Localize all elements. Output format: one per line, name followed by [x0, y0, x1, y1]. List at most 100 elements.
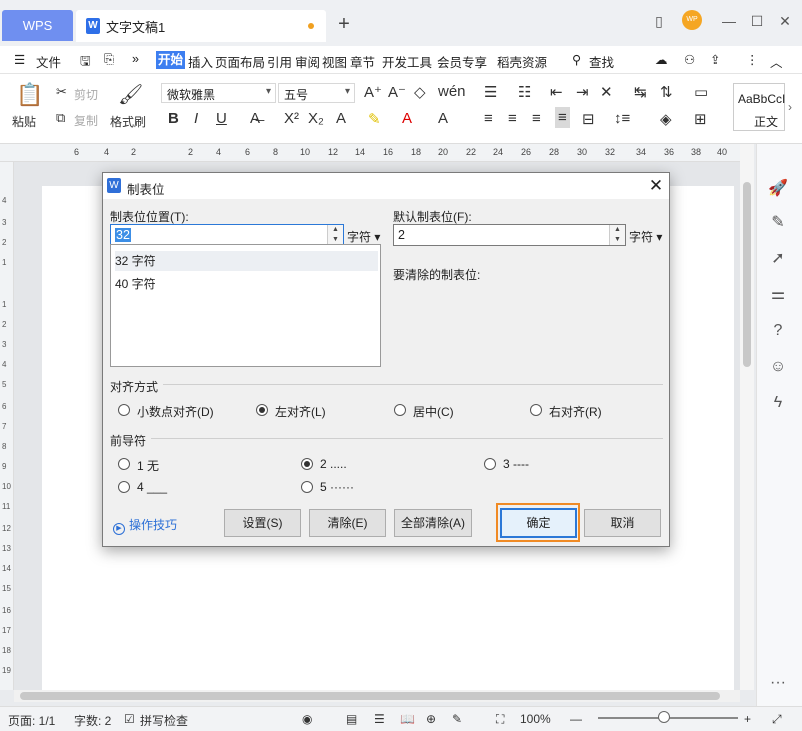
align-center-icon[interactable]: ≡ — [508, 110, 517, 127]
increase-indent-icon[interactable]: ⇥ — [576, 83, 589, 101]
decrease-indent-icon[interactable]: ⇤ — [550, 83, 563, 101]
leader-dots-label[interactable]: 2 ..... — [320, 457, 347, 471]
char-border-icon[interactable]: A — [438, 110, 448, 127]
more-options-icon[interactable]: ⋮ — [746, 52, 759, 67]
chinese-layout-icon[interactable]: ✕ — [600, 83, 613, 101]
cursor-icon[interactable]: ➚ — [767, 248, 789, 270]
eye-icon[interactable]: ◉ — [302, 712, 312, 726]
font-size-select[interactable]: 五号 — [278, 83, 355, 103]
rocket-icon[interactable]: 🚀 — [767, 178, 789, 200]
paste-icon[interactable]: 📋 — [16, 82, 43, 108]
minimize-icon[interactable]: — — [718, 11, 740, 31]
search-label[interactable]: 查找 — [589, 52, 614, 71]
read-view-icon[interactable]: 📖 — [400, 712, 415, 726]
vertical-ruler[interactable]: 4 3 2 1 1 2 3 4 5 6 7 8 9 10 11 12 13 14 15 16 17 18 19 — [0, 162, 14, 690]
align-left-label[interactable]: 左对齐(L) — [275, 403, 326, 420]
maximize-icon[interactable]: ☐ — [746, 11, 768, 31]
dialog-close-icon[interactable]: ✕ — [645, 175, 667, 197]
horizontal-scroll-thumb[interactable] — [20, 692, 720, 700]
paste-button[interactable]: 粘贴 — [12, 113, 36, 130]
clear-format-icon[interactable]: ◇ — [414, 83, 426, 101]
style-scroll-icon[interactable]: › — [788, 100, 792, 114]
menu-dev-tools[interactable]: 开发工具 — [382, 52, 432, 71]
set-button[interactable]: 设置(S) — [224, 509, 301, 537]
borders-icon[interactable]: ⊞ — [694, 110, 707, 128]
menu-docer[interactable]: 稻壳资源 — [497, 52, 547, 71]
menu-view[interactable]: 视图 — [322, 52, 347, 71]
leader-dash-radio[interactable] — [484, 458, 496, 470]
italic-icon[interactable]: I — [194, 110, 198, 127]
align-right-icon[interactable]: ≡ — [532, 110, 541, 127]
font-color-icon[interactable]: A — [402, 110, 412, 127]
tab-stop-list[interactable]: 32 字符 40 字符 — [110, 244, 381, 367]
menu-start[interactable]: 开始 — [156, 51, 186, 69]
superscript-icon[interactable]: X² — [284, 110, 299, 127]
vertical-scroll-thumb[interactable] — [743, 182, 751, 367]
align-right-label[interactable]: 右对齐(R) — [549, 403, 602, 420]
ok-button[interactable]: 确定 — [500, 508, 577, 538]
menu-review[interactable]: 审阅 — [295, 52, 320, 71]
menu-page-layout[interactable]: 页面布局 — [215, 52, 265, 71]
spinner-arrows-icon[interactable]: ▲ ▼ — [609, 225, 625, 245]
close-window-icon[interactable]: ✕ — [774, 11, 796, 31]
default-tab-input[interactable]: 2 ▲ ▼ — [393, 224, 626, 246]
more-chevron-icon[interactable]: » — [132, 52, 139, 66]
sort-icon[interactable]: ⇅ — [660, 83, 673, 101]
tab-position-input[interactable]: 32 ▲ ▼ — [110, 224, 344, 246]
web-view-icon[interactable]: ⊕ — [426, 712, 436, 726]
outline-view-icon[interactable]: ☰ — [374, 712, 385, 726]
format-painter-button[interactable]: 格式刷 — [110, 113, 146, 130]
menu-chapter[interactable]: 章节 — [350, 52, 375, 71]
list-item[interactable]: 32 字符 — [115, 251, 378, 271]
page-view-icon[interactable]: ▤ — [346, 712, 357, 726]
avatar[interactable]: WP — [682, 10, 702, 30]
collab-icon[interactable]: ⚇ — [684, 52, 695, 67]
align-left-radio[interactable] — [256, 404, 268, 416]
text-effect-icon[interactable]: A — [336, 110, 346, 127]
hamburger-icon[interactable]: ☰ — [14, 52, 25, 67]
bullet-list-icon[interactable]: ☰ — [484, 83, 497, 101]
leader-dash-label[interactable]: 3 ---- — [503, 457, 529, 471]
menu-insert[interactable]: 插入 — [188, 52, 213, 71]
show-marks-icon[interactable]: ▭ — [694, 83, 708, 101]
highlight-icon[interactable]: ✎ — [368, 110, 381, 128]
sliders-icon[interactable]: ⚌ — [767, 284, 789, 306]
align-right-radio[interactable] — [530, 404, 542, 416]
zoom-slider-handle[interactable] — [658, 711, 670, 723]
cloud-icon[interactable]: ☁ — [655, 52, 668, 67]
leader-underline-label[interactable]: 4 ___ — [137, 480, 167, 494]
zoom-in-icon[interactable]: + — [744, 712, 751, 726]
search-icon[interactable]: ⚲ — [572, 52, 581, 67]
wps-home-tab[interactable]: WPS — [2, 10, 73, 41]
align-decimal-radio[interactable] — [118, 404, 130, 416]
underline-icon[interactable]: U — [216, 110, 227, 127]
align-decimal-label[interactable]: 小数点对齐(D) — [137, 403, 214, 420]
text-direction-icon[interactable]: ↹ — [634, 83, 647, 101]
more-dots-icon[interactable]: ··· — [767, 672, 789, 694]
line-spacing-icon[interactable]: ↕≡ — [614, 110, 630, 127]
subscript-icon[interactable]: X₂ — [308, 110, 324, 127]
zoom-out-icon[interactable]: — — [570, 712, 582, 726]
menu-member[interactable]: 会员专享 — [437, 52, 487, 71]
zoom-level[interactable]: 100% — [520, 712, 551, 726]
shrink-font-icon[interactable]: A⁻ — [388, 83, 406, 101]
document-tab[interactable]: W 文字文稿1 — [76, 10, 326, 42]
leader-none-radio[interactable] — [118, 458, 130, 470]
copy-button[interactable]: 复制 — [74, 112, 98, 129]
cancel-button[interactable]: 取消 — [584, 509, 661, 537]
leader-none-label[interactable]: 1 无 — [137, 457, 159, 474]
leader-middot-label[interactable]: 5 ······ — [320, 480, 354, 494]
pen-icon[interactable]: ✎ — [767, 212, 789, 234]
menu-file[interactable]: 文件 — [36, 52, 61, 71]
align-center-radio[interactable] — [394, 404, 406, 416]
list-item[interactable]: 40 字符 — [115, 274, 378, 294]
write-view-icon[interactable]: ✎ — [452, 712, 462, 726]
layout-icon[interactable]: ▯ — [648, 11, 670, 31]
save-icon[interactable]: 🖫 — [80, 52, 91, 73]
cut-icon[interactable]: ✂ — [56, 84, 67, 100]
help-icon[interactable]: ? — [767, 320, 789, 342]
copy-icon[interactable]: ⧉ — [56, 110, 65, 126]
align-left-icon[interactable]: ≡ — [484, 110, 493, 127]
default-tab-unit-select[interactable]: 字符 ▾ — [629, 228, 662, 245]
strikethrough-icon[interactable]: A̶ — [250, 110, 260, 127]
